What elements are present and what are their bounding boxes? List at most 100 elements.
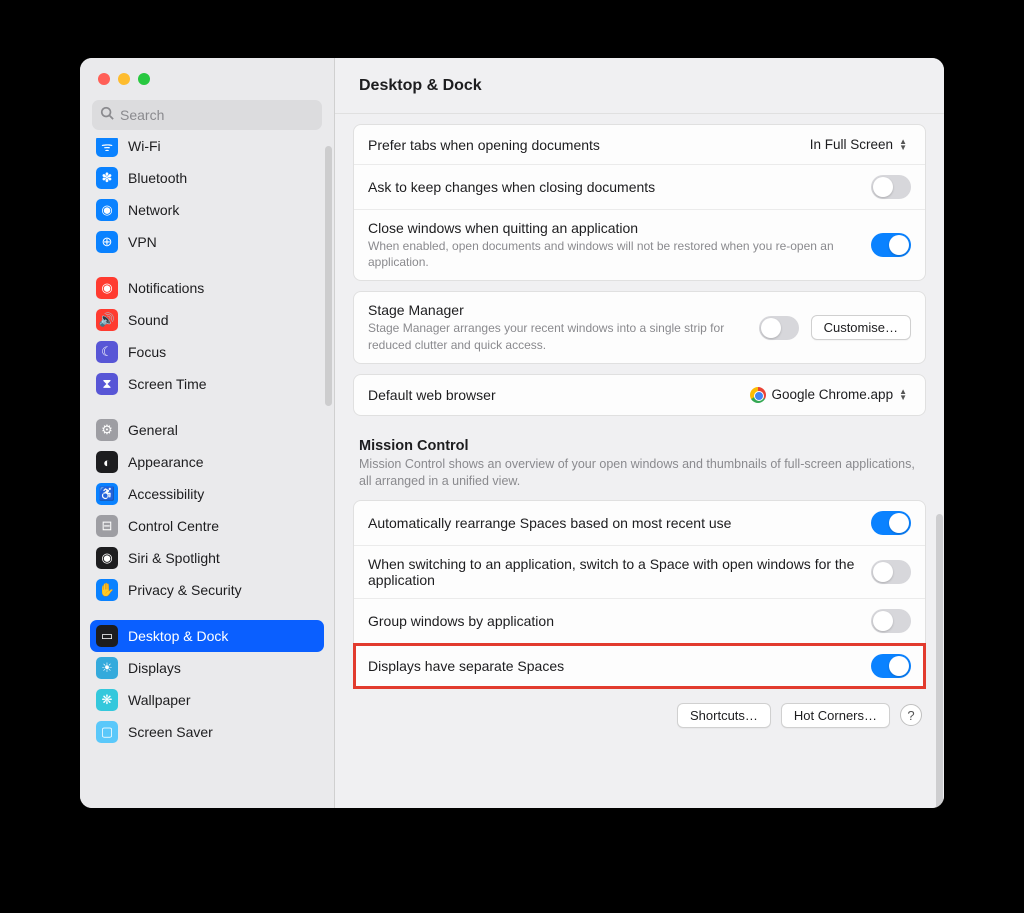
footer-buttons: Shortcuts… Hot Corners… ? <box>353 689 926 736</box>
close-windows-toggle[interactable] <box>871 233 911 257</box>
general-icon: ⚙ <box>96 419 118 441</box>
sidebar-item-label: Focus <box>128 344 166 360</box>
wifi-icon: ᯤ <box>96 138 118 157</box>
switch-space-toggle[interactable] <box>871 560 911 584</box>
separate-spaces-row: Displays have separate Spaces <box>354 644 925 688</box>
search-icon <box>100 106 114 125</box>
vpn-icon: ⊕ <box>96 231 118 253</box>
sidebar-item-screentime[interactable]: ⧗ Screen Time <box>90 368 324 400</box>
default-browser-select[interactable]: Google Chrome.app ▲▼ <box>746 385 912 405</box>
sidebar-item-label: Accessibility <box>128 486 204 502</box>
siri-icon: ◉ <box>96 547 118 569</box>
sidebar-item-label: Network <box>128 202 179 218</box>
sidebar-item-bluetooth[interactable]: ✽ Bluetooth <box>90 162 324 194</box>
sidebar-item-controlcentre[interactable]: ⊟ Control Centre <box>90 510 324 542</box>
sidebar-item-privacy[interactable]: ✋ Privacy & Security <box>90 574 324 606</box>
sidebar-item-label: General <box>128 422 178 438</box>
chrome-icon <box>750 387 766 403</box>
sidebar-item-label: Sound <box>128 312 168 328</box>
stage-manager-label: Stage Manager <box>368 302 747 318</box>
sidebar-item-siri[interactable]: ◉ Siri & Spotlight <box>90 542 324 574</box>
sidebar-item-label: Screen Saver <box>128 724 213 740</box>
sound-icon: 🔊 <box>96 309 118 331</box>
stage-manager-toggle[interactable] <box>759 316 799 340</box>
sidebar-item-label: Screen Time <box>128 376 207 392</box>
sidebar-scrollbar[interactable] <box>325 146 332 406</box>
close-window-button[interactable] <box>98 73 110 85</box>
sidebar-item-label: Control Centre <box>128 518 219 534</box>
main-scrollbar[interactable] <box>936 514 943 808</box>
mission-control-desc: Mission Control shows an overview of you… <box>359 456 920 490</box>
sidebar-item-label: VPN <box>128 234 157 250</box>
wallpaper-icon: ❋ <box>96 689 118 711</box>
bluetooth-icon: ✽ <box>96 167 118 189</box>
switch-space-row: When switching to an application, switch… <box>354 546 925 599</box>
sidebar-item-screensaver[interactable]: ▢ Screen Saver <box>90 716 324 748</box>
close-windows-row: Close windows when quitting an applicati… <box>354 210 925 280</box>
ask-keep-label: Ask to keep changes when closing documen… <box>368 179 859 195</box>
sidebar-item-sound[interactable]: 🔊 Sound <box>90 304 324 336</box>
prefer-tabs-label: Prefer tabs when opening documents <box>368 137 794 153</box>
group-windows-label: Group windows by application <box>368 613 859 629</box>
sidebar-item-label: Bluetooth <box>128 170 187 186</box>
settings-window: ᯤ Wi-Fi ✽ Bluetooth ◉ Network ⊕ VPN ◉Notificatio… <box>80 58 944 808</box>
screentime-icon: ⧗ <box>96 373 118 395</box>
controlcentre-icon: ⊟ <box>96 515 118 537</box>
stage-manager-row: Stage Manager Stage Manager arranges you… <box>354 292 925 362</box>
auto-rearrange-toggle[interactable] <box>871 511 911 535</box>
shortcuts-button[interactable]: Shortcuts… <box>677 703 771 728</box>
help-button[interactable]: ? <box>900 704 922 726</box>
auto-rearrange-row: Automatically rearrange Spaces based on … <box>354 501 925 546</box>
search-input[interactable] <box>120 107 314 123</box>
desktopdock-icon: ▭ <box>96 625 118 647</box>
sidebar-item-displays[interactable]: ☀ Displays <box>90 652 324 684</box>
switch-space-label: When switching to an application, switch… <box>368 556 859 588</box>
prefer-tabs-value: In Full Screen <box>810 137 893 152</box>
sidebar-item-accessibility[interactable]: ♿Accessibility <box>90 478 324 510</box>
sidebar-scroll[interactable]: ᯤ Wi-Fi ✽ Bluetooth ◉ Network ⊕ VPN ◉Notificatio… <box>80 138 334 808</box>
sidebar-item-notifications[interactable]: ◉Notifications <box>90 272 324 304</box>
sidebar-item-label: Displays <box>128 660 181 676</box>
sidebar-item-label: Appearance <box>128 454 204 470</box>
sidebar-item-wallpaper[interactable]: ❋ Wallpaper <box>90 684 324 716</box>
sidebar-item-wifi[interactable]: ᯤ Wi-Fi <box>90 138 324 162</box>
ask-keep-row: Ask to keep changes when closing documen… <box>354 165 925 210</box>
window-controls <box>80 58 334 100</box>
minimize-window-button[interactable] <box>118 73 130 85</box>
network-icon: ◉ <box>96 199 118 221</box>
main-panel: Desktop & Dock Prefer tabs when opening … <box>335 58 944 808</box>
group-windows-toggle[interactable] <box>871 609 911 633</box>
mission-control-heading: Mission Control Mission Control shows an… <box>353 416 926 490</box>
stage-manager-group: Stage Manager Stage Manager arranges you… <box>353 291 926 363</box>
zoom-window-button[interactable] <box>138 73 150 85</box>
separate-spaces-toggle[interactable] <box>871 654 911 678</box>
focus-icon: ☾ <box>96 341 118 363</box>
sidebar: ᯤ Wi-Fi ✽ Bluetooth ◉ Network ⊕ VPN ◉Notificatio… <box>80 58 335 808</box>
default-browser-label: Default web browser <box>368 387 734 403</box>
hot-corners-button[interactable]: Hot Corners… <box>781 703 890 728</box>
sidebar-item-focus[interactable]: ☾ Focus <box>90 336 324 368</box>
sidebar-item-appearance[interactable]: ◐ Appearance <box>90 446 324 478</box>
sidebar-item-label: Siri & Spotlight <box>128 550 220 566</box>
sidebar-item-vpn[interactable]: ⊕ VPN <box>90 226 324 258</box>
sidebar-item-label: Privacy & Security <box>128 582 242 598</box>
sidebar-item-general[interactable]: ⚙ General <box>90 414 324 446</box>
privacy-icon: ✋ <box>96 579 118 601</box>
prefer-tabs-select[interactable]: In Full Screen ▲▼ <box>806 135 911 154</box>
stage-manager-customise-button[interactable]: Customise… <box>811 315 911 340</box>
displays-icon: ☀ <box>96 657 118 679</box>
group-windows-row: Group windows by application <box>354 599 925 644</box>
stage-manager-sub: Stage Manager arranges your recent windo… <box>368 320 747 352</box>
separate-spaces-label: Displays have separate Spaces <box>368 658 859 674</box>
page-title: Desktop & Dock <box>335 58 944 114</box>
screensaver-icon: ▢ <box>96 721 118 743</box>
mission-control-title: Mission Control <box>359 438 920 454</box>
sidebar-item-network[interactable]: ◉ Network <box>90 194 324 226</box>
appearance-icon: ◐ <box>96 451 118 473</box>
ask-keep-toggle[interactable] <box>871 175 911 199</box>
main-scroll[interactable]: Prefer tabs when opening documents In Fu… <box>335 114 944 808</box>
sidebar-item-label: Wallpaper <box>128 692 191 708</box>
sidebar-item-label: Wi-Fi <box>128 138 161 154</box>
sidebar-item-desktopdock[interactable]: ▭Desktop & Dock <box>90 620 324 652</box>
search-field[interactable] <box>92 100 322 130</box>
